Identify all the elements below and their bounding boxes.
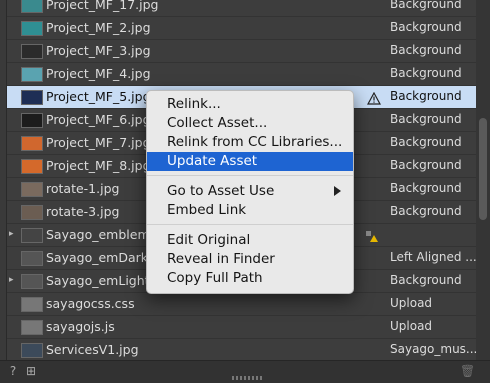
menu-item[interactable]: Edit Original [147,231,353,250]
asset-name: Project_MF_7.jpg [46,135,151,150]
asset-name: Project_MF_5.jpg [46,89,151,104]
asset-thumbnail [21,228,43,243]
asset-thumbnail [21,297,43,312]
menu-item[interactable]: Collect Asset... [147,114,353,133]
assets-toggle-icon[interactable]: ⊞ [24,364,38,378]
help-icon[interactable]: ? [6,364,20,378]
asset-thumbnail [21,320,43,335]
menu-item[interactable]: Go to Asset Use [147,182,353,201]
menu-item-label: Relink... [167,96,221,112]
asset-thumbnail [21,113,43,128]
asset-thumbnail [21,159,43,174]
asset-name: Project_MF_4.jpg [46,66,151,81]
menu-separator [147,224,353,225]
asset-thumbnail [21,44,43,59]
asset-name: ServicesV1.jpg [46,342,139,357]
asset-name: Project_MF_2.jpg [46,20,151,35]
scrollbar-thumb[interactable] [479,118,487,220]
menu-item-label: Copy Full Path [167,270,263,286]
asset-name: Project_MF_8.jpg [46,158,151,173]
asset-layer-label: Background [390,181,462,195]
menu-item-label: Relink from CC Libraries... [167,134,343,150]
menu-item[interactable]: Copy Full Path [147,269,353,288]
asset-thumbnail [21,136,43,151]
asset-name: rotate-3.jpg [46,204,120,219]
asset-name: sayagocss.css [46,296,135,311]
asset-layer-label: Background [390,43,462,57]
asset-layer-label: Background [390,20,462,34]
asset-thumbnail [21,182,43,197]
menu-item-label: Go to Asset Use [167,183,275,199]
menu-item[interactable]: Relink from CC Libraries... [147,133,353,152]
asset-layer-label: Sayago_mus... [390,342,477,356]
menu-item[interactable]: Reveal in Finder [147,250,353,269]
asset-layer-label: Background [390,0,462,11]
asset-thumbnail [21,0,43,13]
panel-footer: ? ⊞ 🗑 [0,360,490,383]
expand-icon[interactable]: ▸ [9,229,14,239]
warning-icon [366,90,382,105]
asset-name: rotate-1.jpg [46,181,120,196]
asset-layer-label: Background [390,135,462,149]
asset-name: Project_MF_6.jpg [46,112,151,127]
asset-row[interactable]: sayagojs.js Upload [7,316,477,339]
asset-layer-label: Background [390,158,462,172]
menu-item[interactable]: Embed Link [147,201,353,220]
asset-layer-label: Background [390,204,462,218]
asset-thumbnail [21,343,43,358]
asset-thumbnail [21,251,43,266]
asset-name: Project_MF_17.jpg [46,0,159,12]
asset-layer-label: Background [390,273,462,287]
context-menu: Relink... Collect Asset... Relink from CC … [146,90,354,294]
asset-layer-label: Background [390,112,462,126]
asset-thumbnail [21,205,43,220]
menu-separator [147,175,353,176]
menu-item[interactable]: Update Asset [147,152,353,171]
asset-name: sayagojs.js [46,319,115,334]
asset-row[interactable]: Project_MF_2.jpg Background [7,17,477,40]
asset-row[interactable]: Project_MF_4.jpg Background [7,63,477,86]
trash-icon[interactable]: 🗑 [460,364,475,378]
menu-item-label: Reveal in Finder [167,251,275,267]
assets-panel: Project_MF_17.jpg Background Project_MF_2.… [0,0,490,383]
menu-item-label: Update Asset [167,153,258,169]
expand-icon[interactable]: ▸ [9,275,14,285]
menu-item-label: Collect Asset... [167,115,268,131]
asset-layer-label: Upload [390,319,433,333]
asset-row[interactable]: sayagocss.css Upload [7,293,477,316]
asset-thumbnail [21,67,43,82]
asset-layer-label: Upload [390,296,433,310]
asset-layer-label: Background [390,66,462,80]
asset-thumbnail [21,274,43,289]
asset-row[interactable]: ServicesV1.jpg Sayago_mus... [7,339,477,360]
menu-item[interactable]: Relink... [147,95,353,114]
asset-thumbnail [21,90,43,105]
asset-layer-label: Background [390,89,462,103]
submenu-arrow-icon [334,186,341,196]
missing-link-warning-icon [365,228,379,242]
resize-grip[interactable] [232,376,262,380]
menu-item-label: Edit Original [167,232,251,248]
asset-name: Project_MF_3.jpg [46,43,151,58]
asset-row[interactable]: Project_MF_3.jpg Background [7,40,477,63]
asset-layer-label: Left Aligned ... [390,250,477,264]
asset-thumbnail [21,21,43,36]
menu-item-label: Embed Link [167,202,247,218]
asset-row[interactable]: Project_MF_17.jpg Background [7,0,477,17]
